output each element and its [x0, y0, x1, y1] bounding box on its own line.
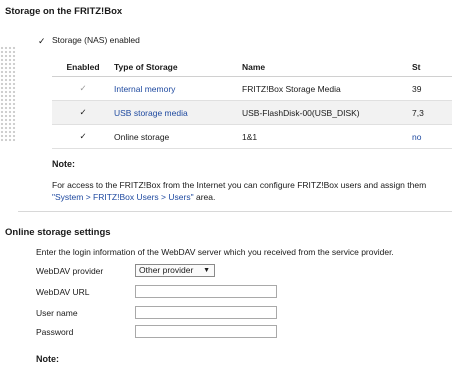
provider-select[interactable]: Other provider ▼ — [135, 264, 215, 277]
section-divider — [18, 211, 452, 212]
dropdown-arrow-icon: ▼ — [203, 267, 210, 274]
password-label: Password — [36, 327, 74, 337]
users-area-link[interactable]: "System > FRITZ!Box Users > Users" — [52, 192, 194, 202]
storage-type: Online storage — [114, 124, 242, 149]
online-section-title: Online storage settings — [5, 227, 111, 238]
online-note-title: Note: — [36, 354, 59, 364]
check-icon: ✓ — [79, 131, 87, 141]
username-label: User name — [36, 308, 78, 318]
col-type: Type of Storage — [114, 58, 242, 77]
dotted-decoration — [0, 46, 16, 142]
table-row: ✓ Online storage 1&1 no — [52, 124, 452, 149]
storage-status: no — [412, 124, 452, 149]
checkbox-checked-icon: ✓ — [38, 36, 46, 46]
table-header-row: Enabled Type of Storage Name St — [52, 58, 452, 77]
storage-type-link[interactable]: USB storage media — [114, 100, 242, 125]
username-input[interactable] — [135, 306, 277, 319]
storage-type-link[interactable]: Internal memory — [114, 76, 242, 101]
storage-status: 39 — [412, 76, 452, 101]
storage-name: FRITZ!Box Storage Media — [242, 76, 412, 101]
row-checkbox[interactable]: ✓ — [52, 124, 114, 149]
check-icon: ✓ — [79, 107, 87, 117]
table-row: ✓ Internal memory FRITZ!Box Storage Medi… — [52, 76, 452, 101]
url-label: WebDAV URL — [36, 287, 90, 297]
online-intro: Enter the login information of the WebDA… — [36, 247, 394, 257]
provider-label: WebDAV provider — [36, 266, 104, 276]
nas-enabled-label: Storage (NAS) enabled — [52, 35, 140, 45]
storage-section-title: Storage on the FRITZ!Box — [5, 6, 123, 17]
table-row: ✓ USB storage media USB-FlashDisk-00(USB… — [52, 100, 452, 125]
storage-name: USB-FlashDisk-00(USB_DISK) — [242, 100, 412, 125]
nas-checkbox[interactable]: ✓ — [38, 36, 46, 46]
col-enabled: Enabled — [52, 58, 114, 77]
storage-table: Enabled Type of Storage Name St ✓ Intern… — [52, 58, 452, 149]
note-line-2: "System > FRITZ!Box Users > Users" area. — [52, 192, 215, 202]
storage-name: 1&1 — [242, 124, 412, 149]
provider-value: Other provider — [139, 265, 194, 275]
note-text-2: area. — [195, 192, 216, 202]
password-input[interactable] — [135, 325, 277, 338]
col-status: St — [412, 58, 452, 77]
row-checkbox[interactable]: ✓ — [52, 100, 114, 125]
webdav-url-input[interactable] — [135, 285, 277, 298]
col-name: Name — [242, 58, 412, 77]
row-checkbox-disabled: ✓ — [52, 76, 114, 101]
check-icon: ✓ — [79, 83, 87, 93]
storage-status: 7,3 — [412, 100, 452, 125]
note-title: Note: — [52, 159, 75, 169]
note-text-1: For access to the FRITZ!Box from the Int… — [52, 180, 427, 190]
